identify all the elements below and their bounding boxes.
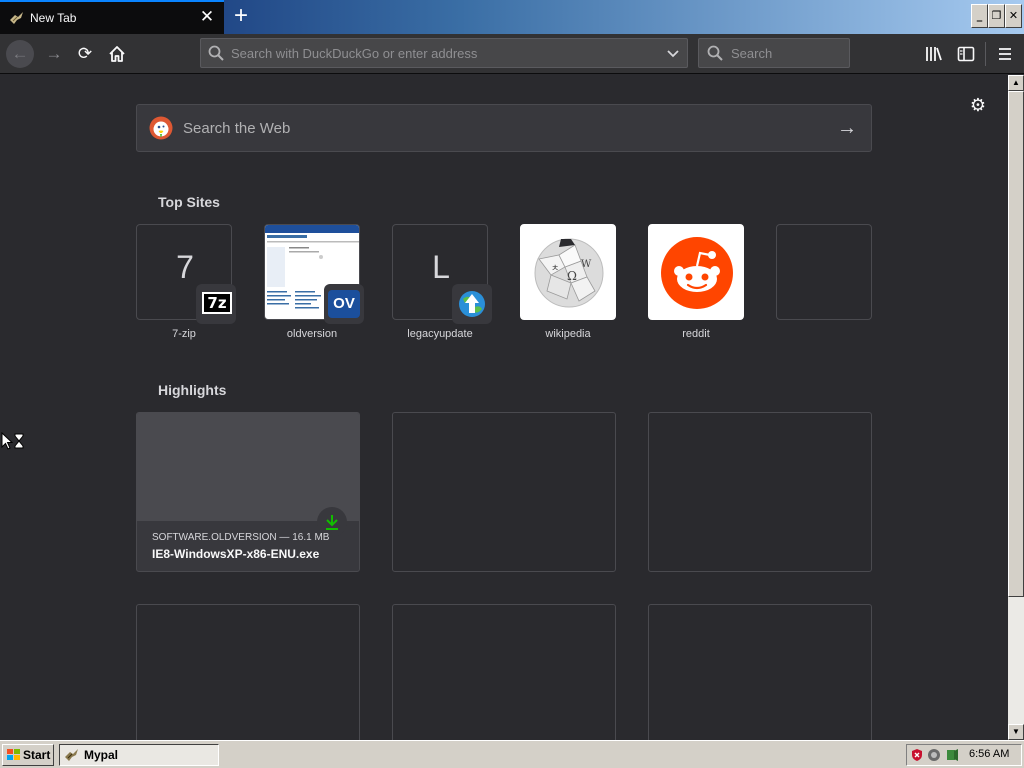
search-bar[interactable]	[698, 38, 850, 68]
mypal-icon	[65, 749, 78, 761]
chevron-down-icon[interactable]	[665, 45, 681, 61]
scroll-thumb[interactable]	[1008, 91, 1024, 597]
title-bar: New Tab ✕ + _ ❐ ✕	[0, 0, 1024, 34]
web-search-input[interactable]	[183, 105, 823, 151]
top-site-label: legacyupdate	[407, 328, 473, 340]
svg-text:W: W	[581, 259, 592, 270]
start-label: Start	[23, 748, 51, 762]
highlight-card[interactable]: SOFTWARE.OLDVERSION — 16.1 MB IE8-Window…	[136, 412, 360, 572]
highlight-placeholder	[392, 412, 616, 572]
new-tab-button[interactable]: +	[228, 3, 254, 29]
busy-cursor-icon	[1, 432, 24, 450]
new-tab-page: ⚙ → Top Sites 7 7z 7-zip	[0, 75, 1008, 740]
close-window-button[interactable]: ✕	[1005, 4, 1022, 28]
top-site-tile[interactable]	[776, 224, 872, 320]
url-input[interactable]	[231, 39, 651, 67]
system-tray: 6:56 AM	[906, 744, 1022, 766]
taskbar-item-mypal[interactable]: Mypal	[59, 744, 219, 766]
top-site-label: oldversion	[286, 328, 338, 340]
home-icon[interactable]	[107, 44, 127, 64]
top-site-label: wikipedia	[545, 328, 591, 340]
volume-icon[interactable]	[945, 748, 959, 762]
library-icon[interactable]	[924, 44, 944, 64]
svg-text:ㅊ: ㅊ	[551, 264, 559, 274]
windows-logo-icon	[7, 749, 20, 760]
back-button[interactable]: ←	[6, 40, 34, 68]
minimize-button[interactable]: _	[971, 4, 988, 28]
top-site-label: reddit	[682, 328, 710, 340]
top-site-label: 7-zip	[172, 328, 196, 340]
top-site-icon-badge: OV	[324, 284, 364, 324]
svg-text:Ω: Ω	[567, 269, 577, 283]
tab-title: New Tab	[30, 11, 77, 25]
toolbar-separator	[985, 42, 986, 66]
mypal-icon	[10, 12, 23, 24]
oldversion-icon: OV	[328, 290, 360, 318]
start-button[interactable]: Start	[2, 744, 54, 766]
top-site-tile[interactable]	[648, 224, 744, 320]
wikipedia-globe-icon: Ω W ㅊ	[534, 238, 604, 308]
highlight-placeholder	[392, 604, 616, 740]
top-sites-heading: Top Sites	[158, 194, 220, 210]
sidebar-icon[interactable]	[956, 44, 976, 64]
navigation-toolbar: ← → ⟳	[0, 34, 1024, 74]
duckduckgo-logo-icon	[149, 116, 173, 140]
reload-button[interactable]: ⟳	[71, 40, 99, 68]
top-site-icon-badge	[452, 284, 492, 324]
search-icon	[707, 45, 723, 61]
restore-button[interactable]: ❐	[988, 4, 1005, 28]
clock[interactable]: 6:56 AM	[969, 748, 1009, 760]
tab-close-icon[interactable]: ✕	[198, 8, 216, 26]
top-site-tile[interactable]: Ω W ㅊ	[520, 224, 616, 320]
network-icon[interactable]	[927, 748, 941, 762]
highlight-title: IE8-WindowsXP-x86-ENU.exe	[152, 547, 320, 561]
top-site-letter: 7	[176, 249, 194, 285]
reddit-snoo-icon	[661, 237, 733, 309]
arrow-right-icon[interactable]: →	[835, 117, 859, 139]
tab-new-tab[interactable]: New Tab ✕	[0, 0, 224, 34]
gear-icon[interactable]: ⚙	[968, 95, 988, 115]
scroll-up-arrow-icon[interactable]: ▲	[1008, 75, 1024, 91]
download-icon	[326, 515, 338, 530]
top-site-letter: L	[432, 249, 450, 285]
vertical-scrollbar[interactable]: ▲ ▼	[1008, 75, 1024, 740]
highlight-host: SOFTWARE.OLDVERSION — 16.1 MB	[152, 532, 330, 543]
web-search-box[interactable]: →	[136, 104, 872, 152]
highlight-preview	[137, 413, 359, 521]
highlights-heading: Highlights	[158, 382, 227, 398]
search-input[interactable]	[731, 39, 841, 67]
highlight-placeholder	[648, 604, 872, 740]
forward-button[interactable]: →	[40, 40, 68, 68]
highlight-placeholder	[648, 412, 872, 572]
taskbar: Start Mypal 6:56 AM	[0, 740, 1024, 768]
search-icon	[208, 45, 224, 61]
globe-update-icon	[459, 291, 485, 317]
7zip-icon: 7z	[202, 292, 232, 314]
top-site-icon-badge: 7z	[196, 284, 236, 324]
url-bar[interactable]	[200, 38, 688, 68]
security-shield-icon[interactable]	[910, 748, 924, 762]
hamburger-menu-icon[interactable]	[995, 44, 1015, 64]
scroll-down-arrow-icon[interactable]: ▼	[1008, 724, 1024, 740]
highlight-placeholder	[136, 604, 360, 740]
taskbar-item-label: Mypal	[84, 748, 119, 762]
